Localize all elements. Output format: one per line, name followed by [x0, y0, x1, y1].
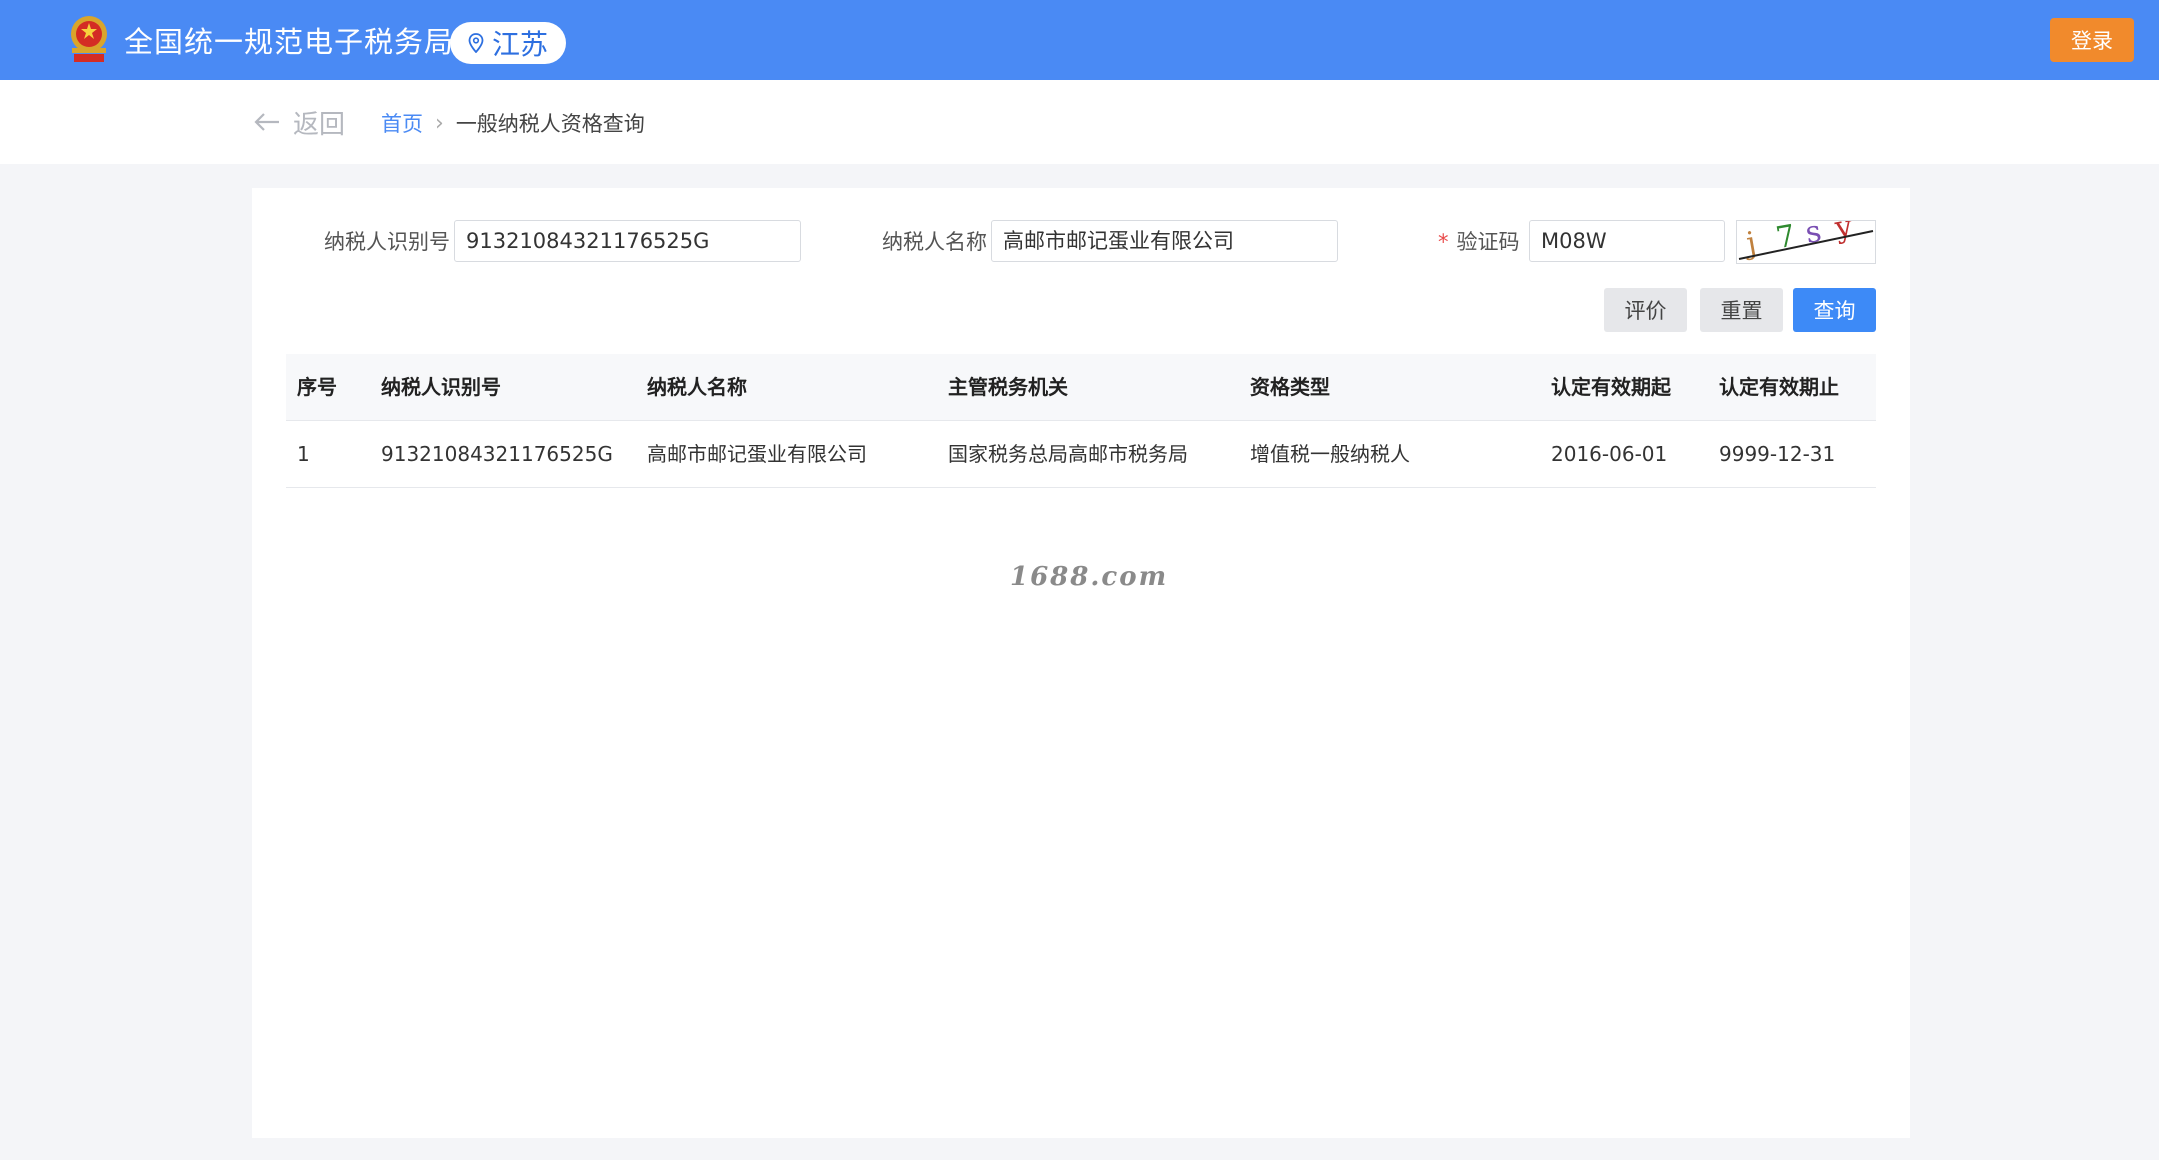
table-row: 1 91321084321176525G 高邮市邮记蛋业有限公司 国家税务总局高…: [286, 421, 1876, 488]
back-button[interactable]: 返回: [253, 104, 345, 140]
taxpayer-id-label: 纳税人识别号: [324, 230, 450, 254]
breadcrumb-separator: ›: [435, 110, 444, 136]
column-header-index: 序号: [297, 375, 337, 399]
national-emblem-icon: [71, 16, 107, 62]
captcha-label-text: 验证码: [1456, 230, 1520, 254]
cell-taxpayer-name: 高邮市邮记蛋业有限公司: [647, 442, 867, 466]
breadcrumb-current: 一般纳税人资格查询: [455, 112, 645, 136]
cell-valid-from: 2016-06-01: [1551, 442, 1668, 466]
captcha-glyph: s: [1803, 221, 1824, 251]
site-title: 全国统一规范电子税务局: [124, 25, 455, 59]
column-header-qualification-type: 资格类型: [1250, 375, 1330, 399]
captcha-input[interactable]: [1529, 220, 1725, 262]
breadcrumb: 首页 › 一般纳税人资格查询: [381, 106, 645, 140]
captcha-graphic: j7sy: [1738, 208, 1874, 262]
captcha-image[interactable]: j7sy: [1736, 208, 1876, 264]
column-header-taxpayer-name: 纳税人名称: [647, 375, 747, 399]
cell-index: 1: [297, 442, 310, 466]
column-header-taxpayer-id: 纳税人识别号: [381, 375, 501, 399]
cell-tax-authority: 国家税务总局高邮市税务局: [948, 442, 1188, 466]
top-header-bar: 全国统一规范电子税务局 江苏 登录: [0, 0, 2159, 80]
region-label: 江苏: [491, 28, 548, 61]
location-pin-icon: [468, 33, 484, 53]
column-header-valid-to: 认定有效期止: [1719, 375, 1839, 399]
query-button[interactable]: 查询: [1793, 288, 1876, 332]
captcha-glyph: y: [1831, 221, 1855, 246]
login-button[interactable]: 登录: [2050, 18, 2134, 62]
cell-taxpayer-id: 91321084321176525G: [381, 442, 613, 466]
cell-qualification-type: 增值税一般纳税人: [1250, 442, 1410, 466]
cell-valid-to: 9999-12-31: [1719, 442, 1836, 466]
taxpayer-name-label: 纳税人名称: [882, 230, 987, 254]
watermark-text: 1688.com: [1010, 562, 1169, 592]
taxpayer-name-input[interactable]: [991, 220, 1338, 262]
breadcrumb-home-link[interactable]: 首页: [381, 108, 423, 138]
required-mark: *: [1438, 230, 1449, 254]
captcha-label: * 验证码: [1438, 220, 1520, 264]
column-header-tax-authority: 主管税务机关: [948, 375, 1068, 399]
column-header-valid-from: 认定有效期起: [1551, 375, 1671, 399]
table-header: 序号 纳税人识别号 纳税人名称 主管税务机关 资格类型 认定有效期起 认定有效期…: [286, 354, 1876, 421]
evaluate-button[interactable]: 评价: [1604, 288, 1687, 332]
region-selector[interactable]: 江苏: [450, 22, 566, 64]
taxpayer-id-input[interactable]: [454, 220, 801, 262]
back-label: 返回: [293, 109, 346, 140]
reset-button[interactable]: 重置: [1700, 288, 1783, 332]
arrow-left-icon: [254, 113, 279, 131]
